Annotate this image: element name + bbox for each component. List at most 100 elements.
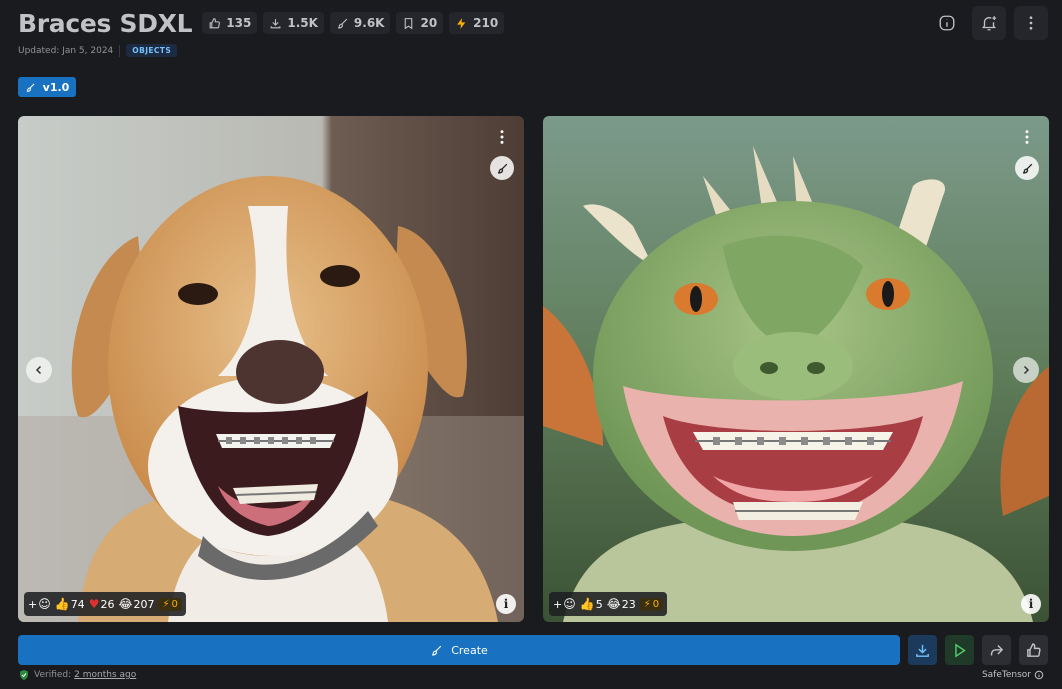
brush-icon bbox=[1022, 163, 1032, 174]
laugh-emoji-icon: 😂 bbox=[118, 597, 133, 611]
reactions-bar: + ☺ 👍 5 😂 23 ⚡ 0 bbox=[549, 592, 668, 616]
header-actions bbox=[930, 6, 1048, 40]
info-button[interactable] bbox=[930, 6, 964, 40]
add-reaction-button[interactable]: + ☺ bbox=[553, 598, 576, 611]
reaction-laugh[interactable]: 😂 23 bbox=[607, 598, 636, 611]
thumbs-up-icon bbox=[1027, 642, 1041, 657]
more-vertical-icon bbox=[1029, 16, 1033, 30]
bolt-icon bbox=[457, 17, 466, 29]
create-button[interactable]: Create bbox=[18, 635, 900, 665]
updated-date: Updated: Jan 5, 2024 bbox=[18, 45, 114, 56]
action-bar: Create bbox=[18, 635, 1048, 665]
image-info-button[interactable]: i bbox=[496, 594, 516, 614]
version-label: v1.0 bbox=[42, 80, 70, 94]
like-button[interactable] bbox=[1019, 635, 1048, 665]
brush-icon bbox=[26, 82, 35, 92]
reaction-laugh-count: 207 bbox=[133, 597, 155, 611]
download-icon bbox=[916, 644, 929, 657]
bell-plus-icon bbox=[982, 16, 997, 31]
thumbs-up-emoji-icon: 👍 bbox=[54, 597, 70, 611]
category-badge[interactable]: OBJECTS bbox=[126, 44, 178, 57]
thumbs-up-emoji-icon: 👍 bbox=[579, 597, 595, 611]
page-title: Braces SDXL bbox=[18, 8, 193, 38]
brush-icon bbox=[337, 18, 348, 29]
shield-check-icon bbox=[20, 670, 28, 680]
info-icon[interactable] bbox=[1034, 670, 1044, 680]
buzz-count: 0 bbox=[652, 598, 660, 610]
run-button[interactable] bbox=[945, 635, 974, 665]
reaction-like[interactable]: 👍 74 bbox=[55, 598, 85, 611]
tip-buzz-button[interactable]: ⚡ 0 bbox=[158, 597, 182, 611]
stat-likes-value: 135 bbox=[226, 16, 252, 30]
thumbs-up-icon bbox=[209, 17, 221, 28]
stat-generations-value: 9.6K bbox=[353, 16, 385, 30]
more-button[interactable] bbox=[1014, 6, 1048, 40]
download-button[interactable] bbox=[908, 635, 937, 665]
reaction-like-count: 74 bbox=[70, 597, 85, 611]
tip-buzz-button[interactable]: ⚡ 0 bbox=[639, 597, 664, 611]
play-icon bbox=[955, 643, 966, 657]
brush-icon bbox=[432, 645, 442, 656]
verified-label: Verified: bbox=[34, 670, 72, 680]
info-icon bbox=[939, 15, 955, 31]
reaction-heart[interactable]: ♥ 26 bbox=[89, 598, 115, 611]
verified-time-link[interactable]: 2 months ago bbox=[74, 670, 136, 680]
smile-icon: ☺ bbox=[38, 597, 51, 611]
next-image-button[interactable] bbox=[1013, 357, 1039, 383]
chevron-left-icon bbox=[35, 365, 42, 375]
version-button[interactable]: v1.0 bbox=[18, 77, 76, 97]
stat-bookmarks: 20 bbox=[396, 12, 444, 34]
meta-divider bbox=[119, 44, 121, 57]
share-icon bbox=[990, 644, 1004, 655]
card-menu-button[interactable] bbox=[492, 126, 512, 148]
dog-image bbox=[18, 116, 524, 622]
more-vertical-icon bbox=[500, 130, 504, 144]
card-menu-button[interactable] bbox=[1017, 126, 1037, 148]
model-header: Braces SDXL 135 1.5K 9.6K 20 210 bbox=[18, 6, 1048, 40]
add-reaction-plus: + bbox=[553, 597, 563, 611]
create-button-label: Create bbox=[451, 643, 488, 657]
reactions-bar: + ☺ 👍 74 ♥ 26 😂 207 ⚡ 0 bbox=[24, 592, 186, 616]
download-icon bbox=[270, 18, 281, 28]
remix-button[interactable] bbox=[490, 156, 514, 180]
file-footer: Verified: 2 months ago SafeTensor bbox=[18, 668, 1044, 682]
file-format: SafeTensor bbox=[982, 670, 1044, 680]
smile-icon: ☺ bbox=[563, 597, 576, 611]
more-vertical-icon bbox=[1025, 130, 1029, 144]
bolt-icon: ⚡ bbox=[162, 598, 170, 610]
add-reaction-button[interactable]: + ☺ bbox=[28, 598, 51, 611]
bolt-icon: ⚡ bbox=[643, 598, 651, 610]
stat-likes: 135 bbox=[202, 12, 258, 34]
buzz-count: 0 bbox=[171, 598, 178, 610]
model-meta: Updated: Jan 5, 2024 OBJECTS bbox=[18, 44, 178, 57]
stat-buzz: 210 bbox=[449, 12, 505, 34]
model-stats: 135 1.5K 9.6K 20 210 bbox=[202, 12, 505, 34]
info-icon: i bbox=[503, 597, 509, 611]
image-info-button[interactable]: i bbox=[1021, 594, 1041, 614]
brush-icon bbox=[497, 163, 507, 174]
remix-button[interactable] bbox=[1015, 156, 1039, 180]
stat-downloads-value: 1.5K bbox=[287, 16, 318, 30]
stat-buzz-value: 210 bbox=[473, 16, 499, 30]
file-format-label: SafeTensor bbox=[981, 670, 1031, 680]
gallery-card-dog[interactable]: + ☺ 👍 74 ♥ 26 😂 207 ⚡ 0 i bbox=[18, 116, 524, 622]
notify-button[interactable] bbox=[972, 6, 1006, 40]
laugh-emoji-icon: 😂 bbox=[606, 597, 621, 611]
stat-bookmarks-value: 20 bbox=[420, 16, 438, 30]
dragon-image bbox=[543, 116, 1049, 622]
chevron-right-icon bbox=[1023, 365, 1030, 375]
heart-icon: ♥ bbox=[88, 597, 100, 611]
stat-downloads: 1.5K bbox=[263, 12, 324, 34]
reaction-like-count: 5 bbox=[595, 597, 603, 611]
reaction-laugh-count: 23 bbox=[621, 597, 636, 611]
prev-image-button[interactable] bbox=[26, 357, 52, 383]
share-button[interactable] bbox=[982, 635, 1011, 665]
reaction-heart-count: 26 bbox=[100, 597, 115, 611]
reaction-laugh[interactable]: 😂 207 bbox=[118, 598, 154, 611]
bookmark-icon bbox=[405, 17, 413, 29]
gallery-card-dragon[interactable]: + ☺ 👍 5 😂 23 ⚡ 0 i bbox=[543, 116, 1049, 622]
add-reaction-plus: + bbox=[28, 597, 38, 611]
stat-generations: 9.6K bbox=[329, 12, 391, 34]
info-icon: i bbox=[1028, 597, 1034, 611]
reaction-like[interactable]: 👍 5 bbox=[580, 598, 603, 611]
